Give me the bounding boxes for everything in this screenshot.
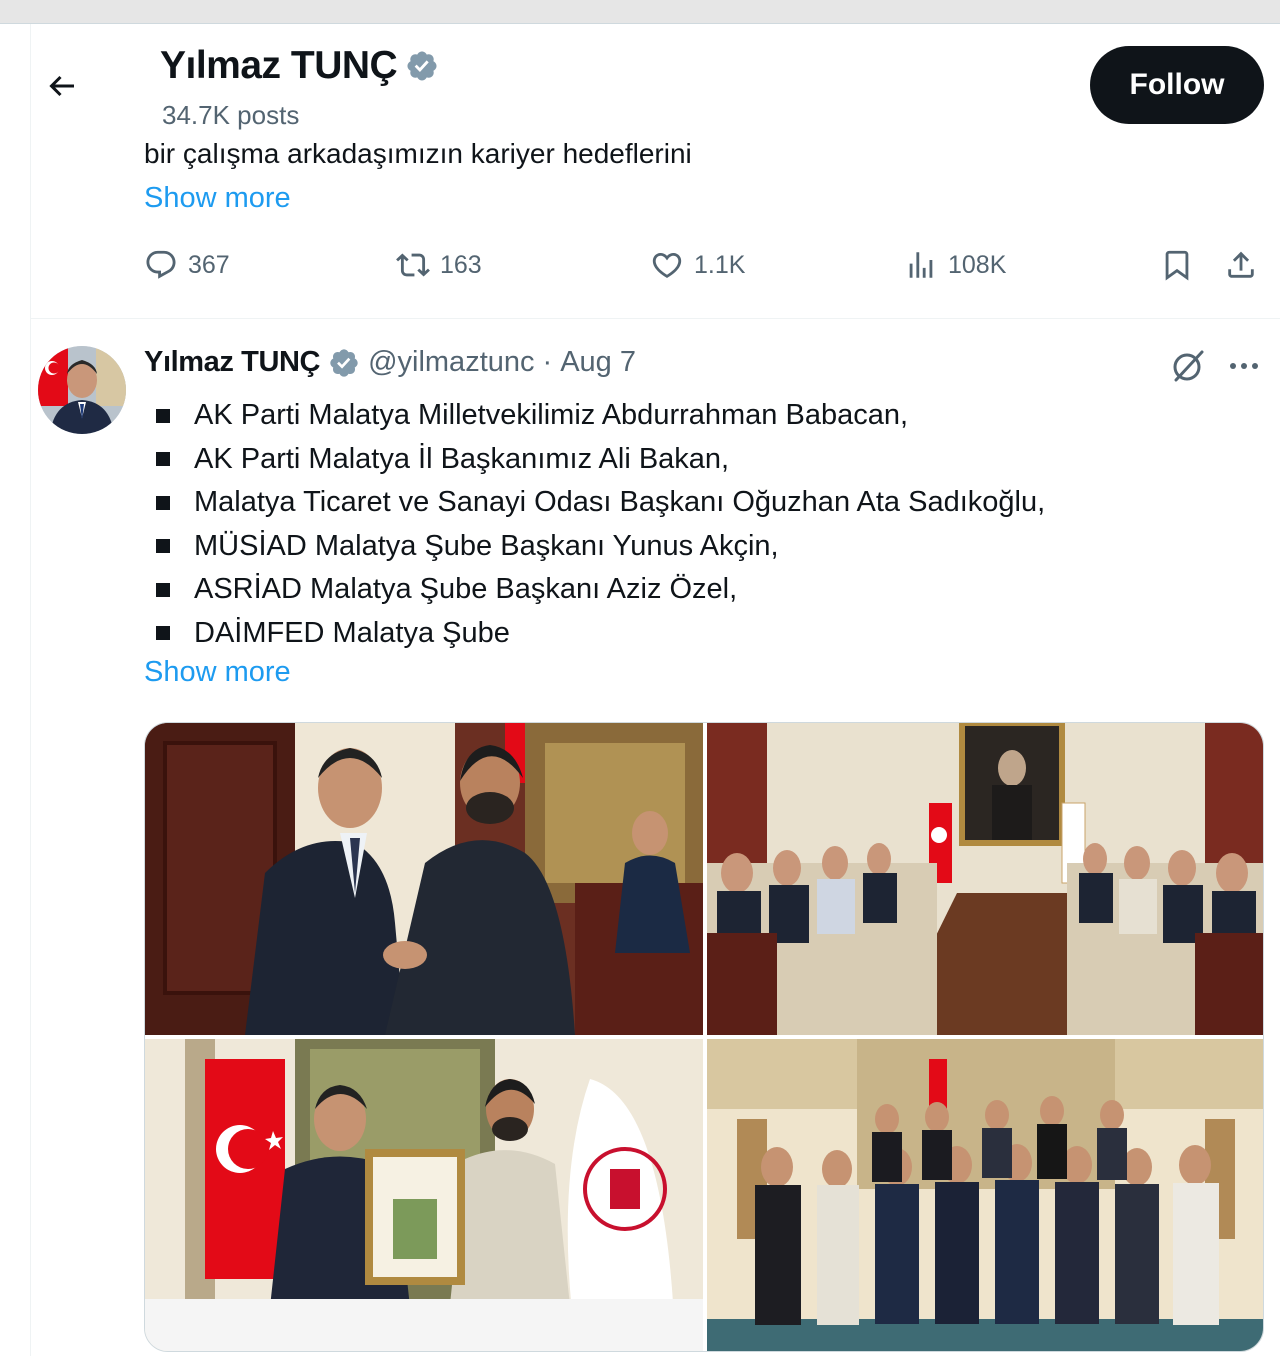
verified-badge-icon [330, 348, 358, 377]
bullet-square-icon [156, 539, 170, 554]
bookmark-icon [1165, 250, 1189, 281]
repost-count: 163 [440, 250, 482, 279]
list-item: AK Parti Malatya Milletvekilimiz Abdurra… [156, 394, 1045, 438]
tweet-divider [30, 318, 1280, 319]
tweet-author-name[interactable]: Yılmaz TUNÇ [144, 346, 320, 379]
bullet-square-icon [156, 408, 170, 423]
repost-icon [396, 253, 430, 277]
share-button[interactable] [1224, 248, 1258, 282]
bullet-text: DAİMFED Malatya Şube [194, 616, 510, 649]
back-button[interactable] [40, 66, 84, 106]
bullet-square-icon [156, 495, 170, 510]
bullet-square-icon [156, 582, 170, 597]
show-more-link[interactable]: Show more [144, 182, 291, 215]
profile-name: Yılmaz TUNÇ [160, 44, 398, 87]
posts-count: 34.7K posts [162, 100, 300, 130]
avatar[interactable] [38, 346, 126, 434]
bullet-square-icon [156, 452, 170, 467]
list-item: AK Parti Malatya İl Başkanımız Ali Bakan… [156, 438, 1045, 482]
tweet-action-bar: 367 163 1.1K 108K [0, 248, 1280, 292]
bullet-text: AK Parti Malatya Milletvekilimiz Abdurra… [194, 399, 909, 432]
like-icon [652, 252, 682, 278]
bullet-text: AK Parti Malatya İl Başkanımız Ali Bakan… [194, 442, 730, 475]
tweet-photo-3[interactable] [145, 1039, 703, 1351]
tweet-header: Yılmaz TUNÇ @yilmaztunc · Aug 7 [144, 346, 636, 379]
bullet-text: Malatya Ticaret ve Sanayi Odası Başkanı … [194, 486, 1046, 519]
repost-button[interactable]: 163 [396, 248, 482, 282]
back-arrow-icon [49, 75, 74, 97]
browser-top-strip [0, 0, 1280, 24]
reply-button[interactable]: 367 [144, 248, 230, 282]
profile-header-name: Yılmaz TUNÇ [160, 44, 439, 88]
bookmark-button[interactable] [1160, 248, 1194, 282]
list-item: DAİMFED Malatya Şube [156, 612, 1045, 656]
tweet-text-bullets: AK Parti Malatya Milletvekilimiz Abdurra… [156, 394, 1045, 655]
tweet-author-handle[interactable]: @yilmaztunc [368, 346, 534, 379]
show-more-link[interactable]: Show more [144, 656, 291, 689]
tweet-photo-2[interactable] [707, 723, 1263, 1035]
follow-button[interactable]: Follow [1090, 46, 1264, 124]
list-item: Malatya Ticaret ve Sanayi Odası Başkanı … [156, 481, 1045, 525]
tweet-photo-1[interactable] [145, 723, 703, 1035]
share-icon [1228, 251, 1254, 278]
tweet-media-grid [144, 722, 1264, 1352]
views-count: 108K [948, 250, 1007, 279]
views-icon [909, 252, 933, 278]
tweet-date[interactable]: Aug 7 [560, 346, 636, 379]
separator-dot: · [542, 346, 553, 378]
tweet-photo-4[interactable] [707, 1039, 1263, 1351]
like-button[interactable]: 1.1K [650, 248, 745, 282]
reply-count: 367 [188, 250, 230, 279]
tweet-text: bir çalışma arkadaşımızın kariyer hedefl… [144, 138, 692, 169]
bullet-text: ASRİAD Malatya Şube Başkanı Aziz Özel, [194, 573, 738, 606]
bullet-text: MÜSİAD Malatya Şube Başkanı Yunus Akçin, [194, 529, 779, 562]
list-item: MÜSİAD Malatya Şube Başkanı Yunus Akçin, [156, 525, 1045, 569]
bullet-square-icon [156, 626, 170, 641]
list-item: ASRİAD Malatya Şube Başkanı Aziz Özel, [156, 568, 1045, 612]
reply-icon [146, 250, 176, 279]
views-button[interactable]: 108K [904, 248, 1006, 282]
grok-icon[interactable] [1168, 346, 1208, 386]
like-count: 1.1K [694, 250, 746, 279]
more-icon[interactable] [1224, 350, 1264, 382]
verified-badge-icon [407, 51, 437, 81]
